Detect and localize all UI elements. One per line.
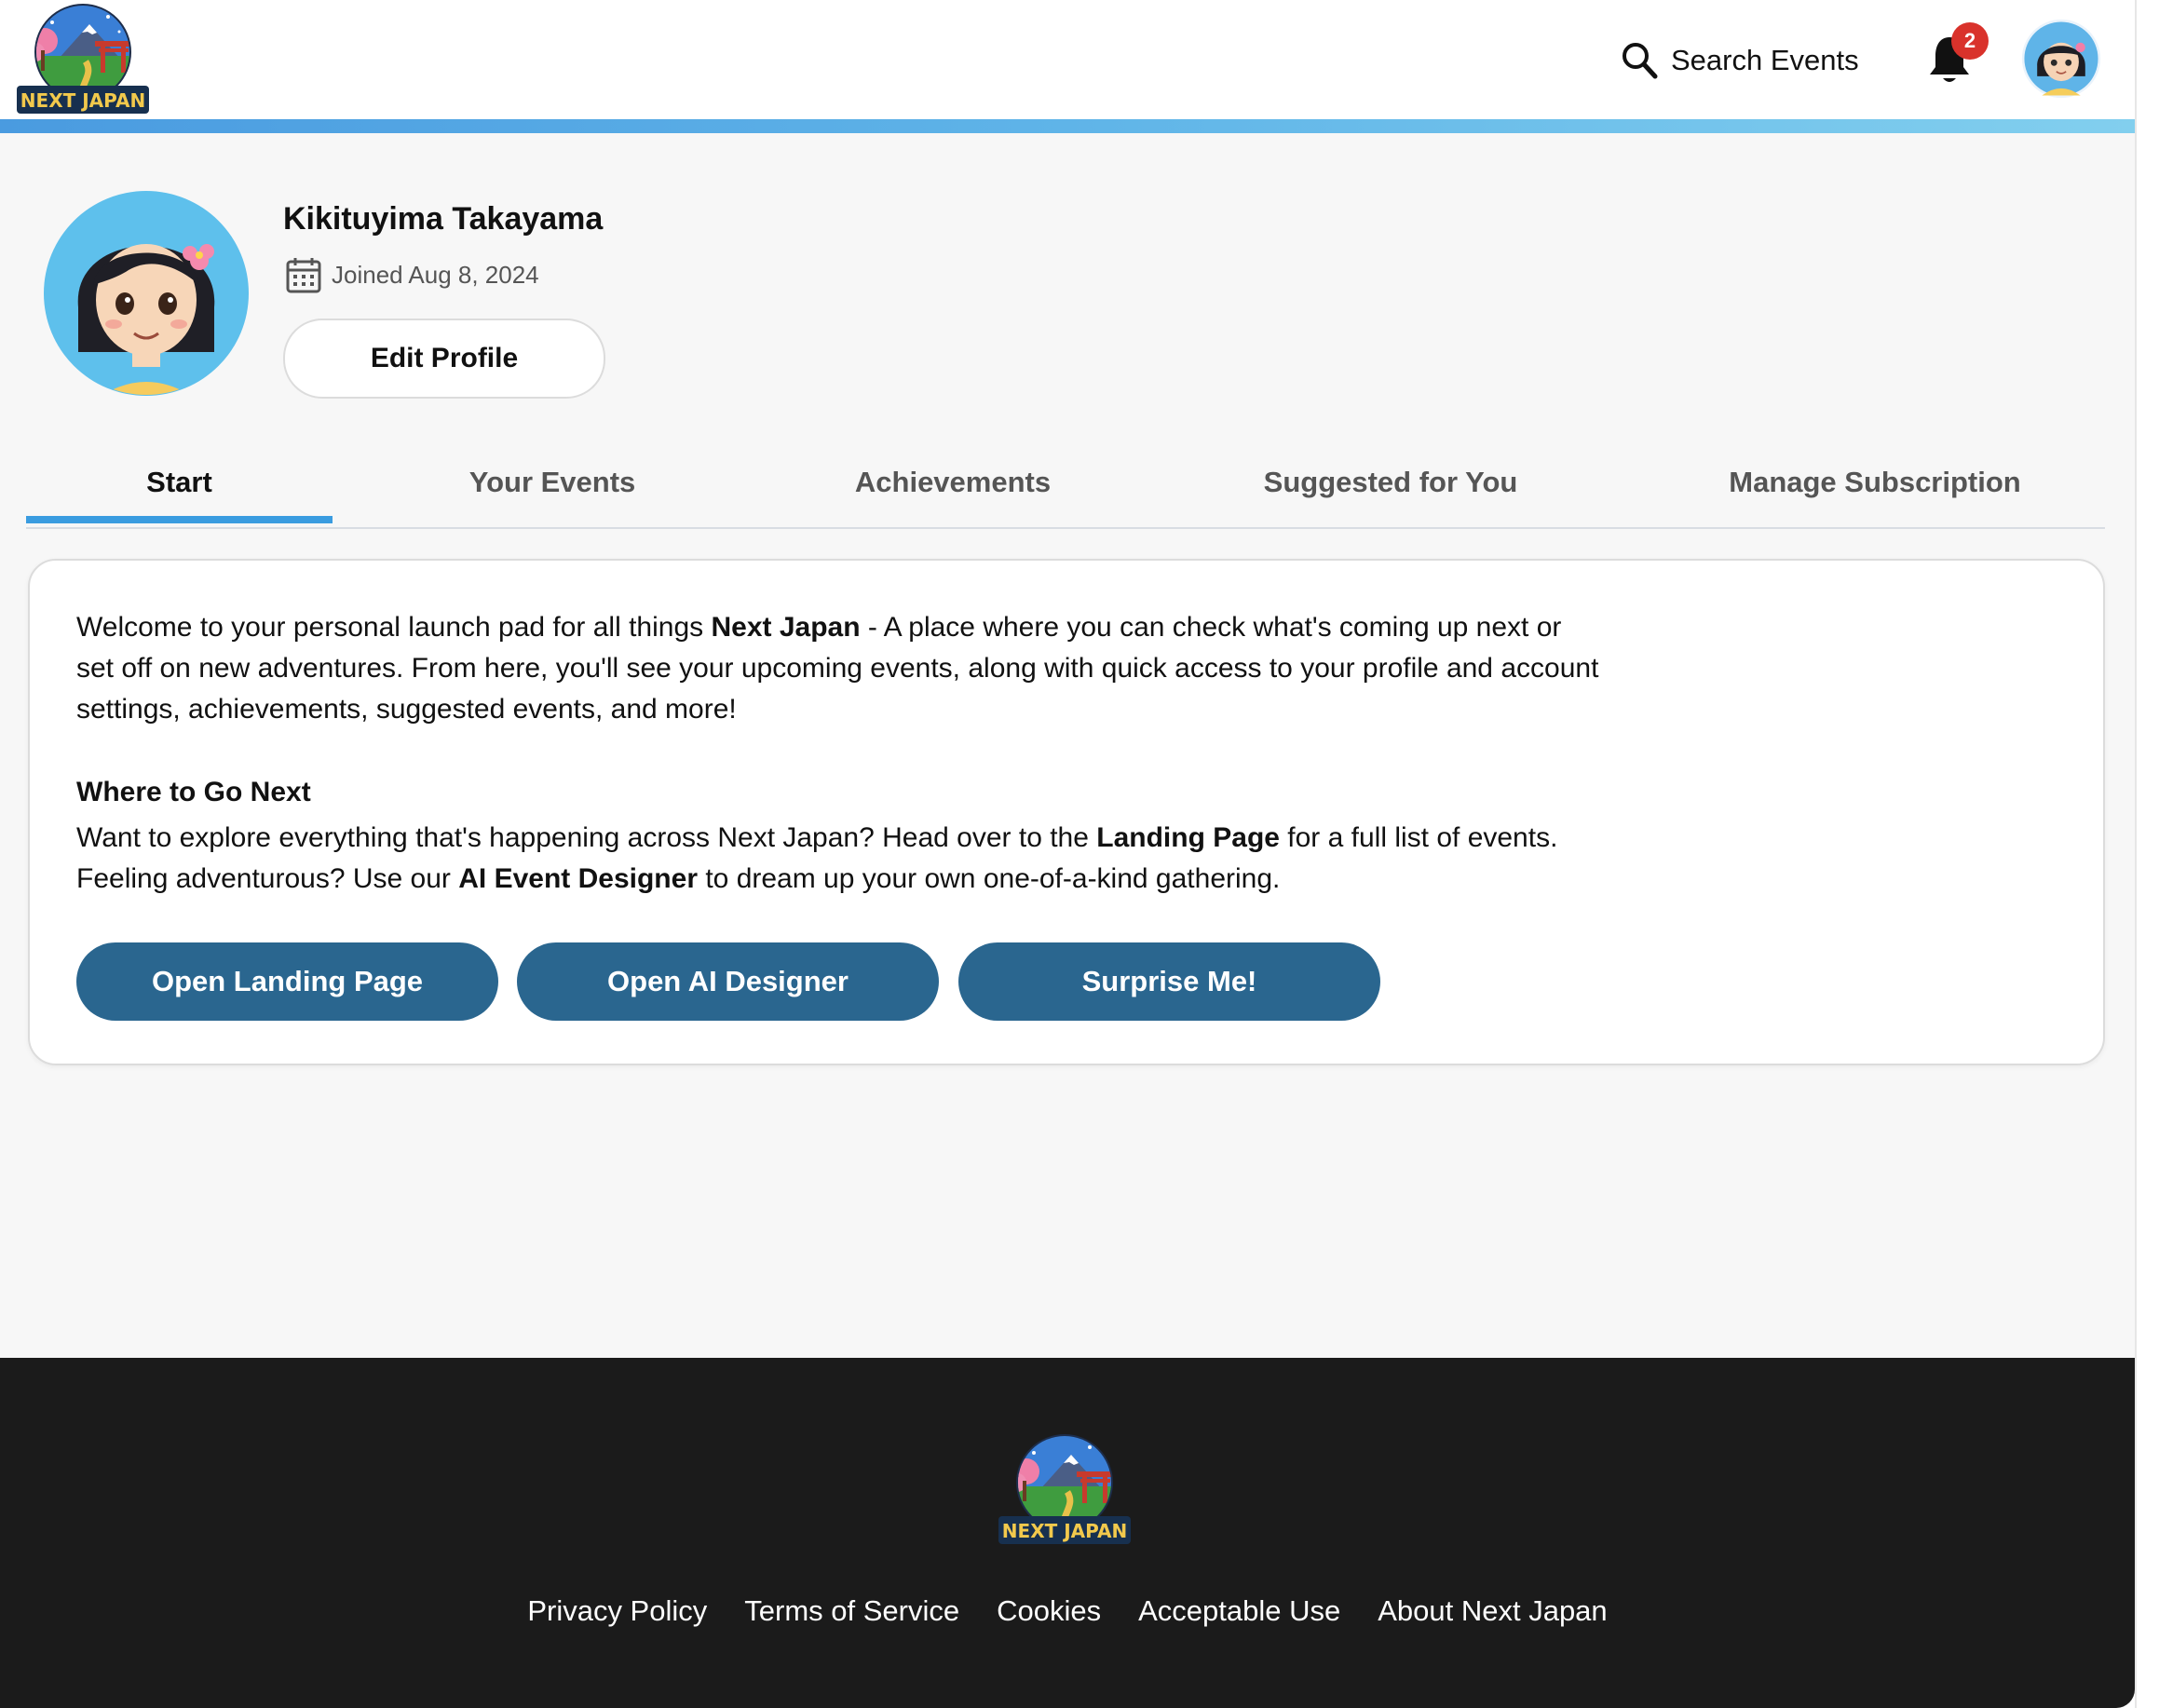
next-japan-logo[interactable]: NEXT JAPAN: [15, 4, 151, 115]
calendar-icon: [286, 258, 321, 293]
profile-name: Kikituyima Takayama: [283, 201, 604, 237]
active-tab-indicator: [26, 516, 333, 523]
search-icon: [1623, 43, 1658, 79]
intro-brand: Next Japan: [711, 612, 861, 643]
app-window: NEXT JAPAN Search Events 2 Kikituyima Ta…: [0, 0, 2135, 1708]
header-accent-bar: [0, 119, 2135, 133]
footer-link-terms-of-service[interactable]: Terms of Service: [744, 1594, 959, 1628]
footer-links: Privacy Policy Terms of Service Cookies …: [0, 1594, 2135, 1628]
tab-achievements[interactable]: Achievements: [781, 438, 1125, 527]
profile-tabs: Start Your Events Achievements Suggested…: [26, 438, 2105, 529]
footer-logo-text: NEXT JAPAN: [1002, 1520, 1127, 1542]
intro-paragraph: Welcome to your personal launch pad for …: [76, 607, 1604, 730]
tab-manage-subscription[interactable]: Manage Subscription: [1665, 438, 2084, 527]
intro-text: Welcome to your personal launch pad for …: [76, 612, 712, 643]
landing-page-ref: Landing Page: [1096, 822, 1280, 853]
ai-designer-ref: AI Event Designer: [458, 863, 698, 894]
search-label: Search Events: [1671, 44, 1859, 76]
edit-profile-button[interactable]: Edit Profile: [283, 319, 605, 399]
search-events-button[interactable]: Search Events: [1621, 37, 1859, 84]
open-landing-page-button[interactable]: Open Landing Page: [76, 942, 498, 1021]
top-header: NEXT JAPAN Search Events 2: [0, 0, 2135, 119]
tab-your-events[interactable]: Your Events: [380, 438, 725, 527]
notification-badge: 2: [1951, 22, 1989, 60]
where-text: Want to explore everything that's happen…: [76, 822, 1097, 853]
footer-link-privacy-policy[interactable]: Privacy Policy: [527, 1594, 707, 1628]
joined-date-row: Joined Aug 8, 2024: [285, 255, 539, 294]
where-to-go-heading: Where to Go Next: [76, 777, 311, 807]
profile-avatar: [44, 191, 249, 396]
joined-date: Joined Aug 8, 2024: [332, 260, 539, 289]
footer-link-acceptable-use[interactable]: Acceptable Use: [1138, 1594, 1340, 1628]
where-paragraph: Want to explore everything that's happen…: [76, 818, 1604, 900]
tab-suggested-for-you[interactable]: Suggested for You: [1181, 438, 1600, 527]
user-avatar-menu[interactable]: [2021, 19, 2101, 99]
footer-link-cookies[interactable]: Cookies: [997, 1594, 1101, 1628]
where-text-end: to dream up your own one-of-a-kind gathe…: [698, 863, 1281, 894]
footer-logo[interactable]: NEXT JAPAN: [997, 1434, 1133, 1546]
open-ai-designer-button[interactable]: Open AI Designer: [517, 942, 939, 1021]
surprise-me-button[interactable]: Surprise Me!: [958, 942, 1380, 1021]
footer-link-about[interactable]: About Next Japan: [1378, 1594, 1607, 1628]
window-edge: [2135, 0, 2159, 1708]
start-panel: Welcome to your personal launch pad for …: [28, 559, 2105, 1065]
logo-text: NEXT JAPAN: [20, 89, 145, 112]
tab-start[interactable]: Start: [26, 438, 333, 527]
